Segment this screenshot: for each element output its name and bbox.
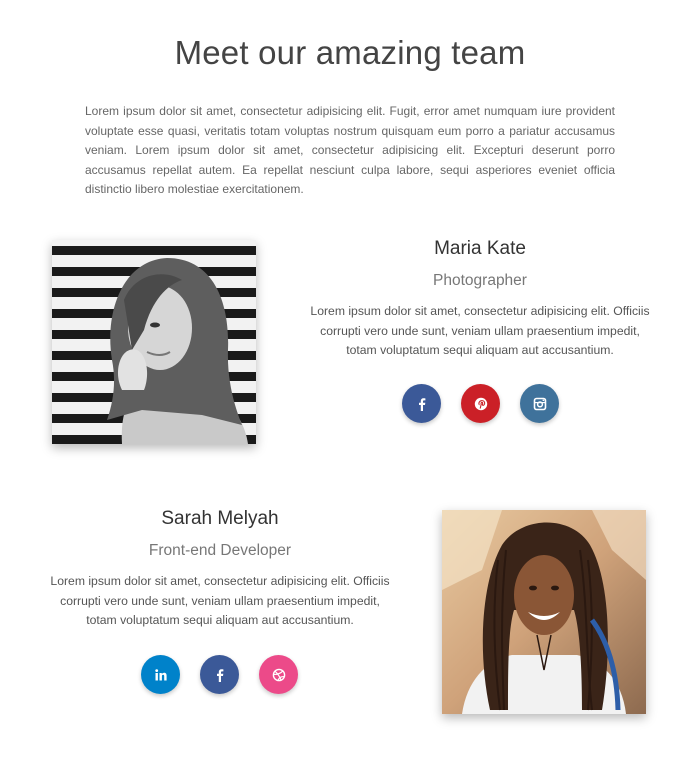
member-role: Photographer bbox=[433, 272, 527, 289]
dribbble-button[interactable] bbox=[259, 655, 298, 694]
member-bio: Lorem ipsum dolor sit amet, consectetur … bbox=[50, 574, 390, 627]
facebook-icon bbox=[216, 668, 223, 682]
pinterest-icon bbox=[474, 397, 487, 410]
instagram-icon bbox=[533, 397, 546, 410]
pinterest-button[interactable] bbox=[461, 384, 500, 423]
page-title: Meet our amazing team bbox=[174, 34, 526, 72]
linkedin-button[interactable] bbox=[141, 655, 180, 694]
member-bio: Lorem ipsum dolor sit amet, consectetur … bbox=[310, 304, 650, 357]
social-links-sarah bbox=[141, 655, 298, 694]
member-card-sarah: Sarah Melyah Front-end Developer Lorem i… bbox=[45, 508, 395, 643]
linkedin-icon bbox=[154, 668, 167, 680]
intro-paragraph: Lorem ipsum dolor sit amet, consectetur … bbox=[85, 104, 615, 196]
member-card-maria: Maria Kate Photographer Lorem ipsum dolo… bbox=[305, 238, 655, 373]
dribbble-icon bbox=[272, 668, 285, 681]
member-name: Maria Kate bbox=[434, 238, 526, 259]
member-role: Front-end Developer bbox=[148, 542, 292, 559]
social-links-maria bbox=[402, 384, 559, 423]
member-photo-sarah bbox=[442, 510, 646, 714]
member-photo-maria bbox=[52, 240, 256, 444]
facebook-button[interactable] bbox=[200, 655, 239, 694]
facebook-icon bbox=[418, 397, 425, 411]
facebook-button[interactable] bbox=[402, 384, 441, 423]
member-name: Sarah Melyah bbox=[161, 508, 279, 529]
instagram-button[interactable] bbox=[520, 384, 559, 423]
